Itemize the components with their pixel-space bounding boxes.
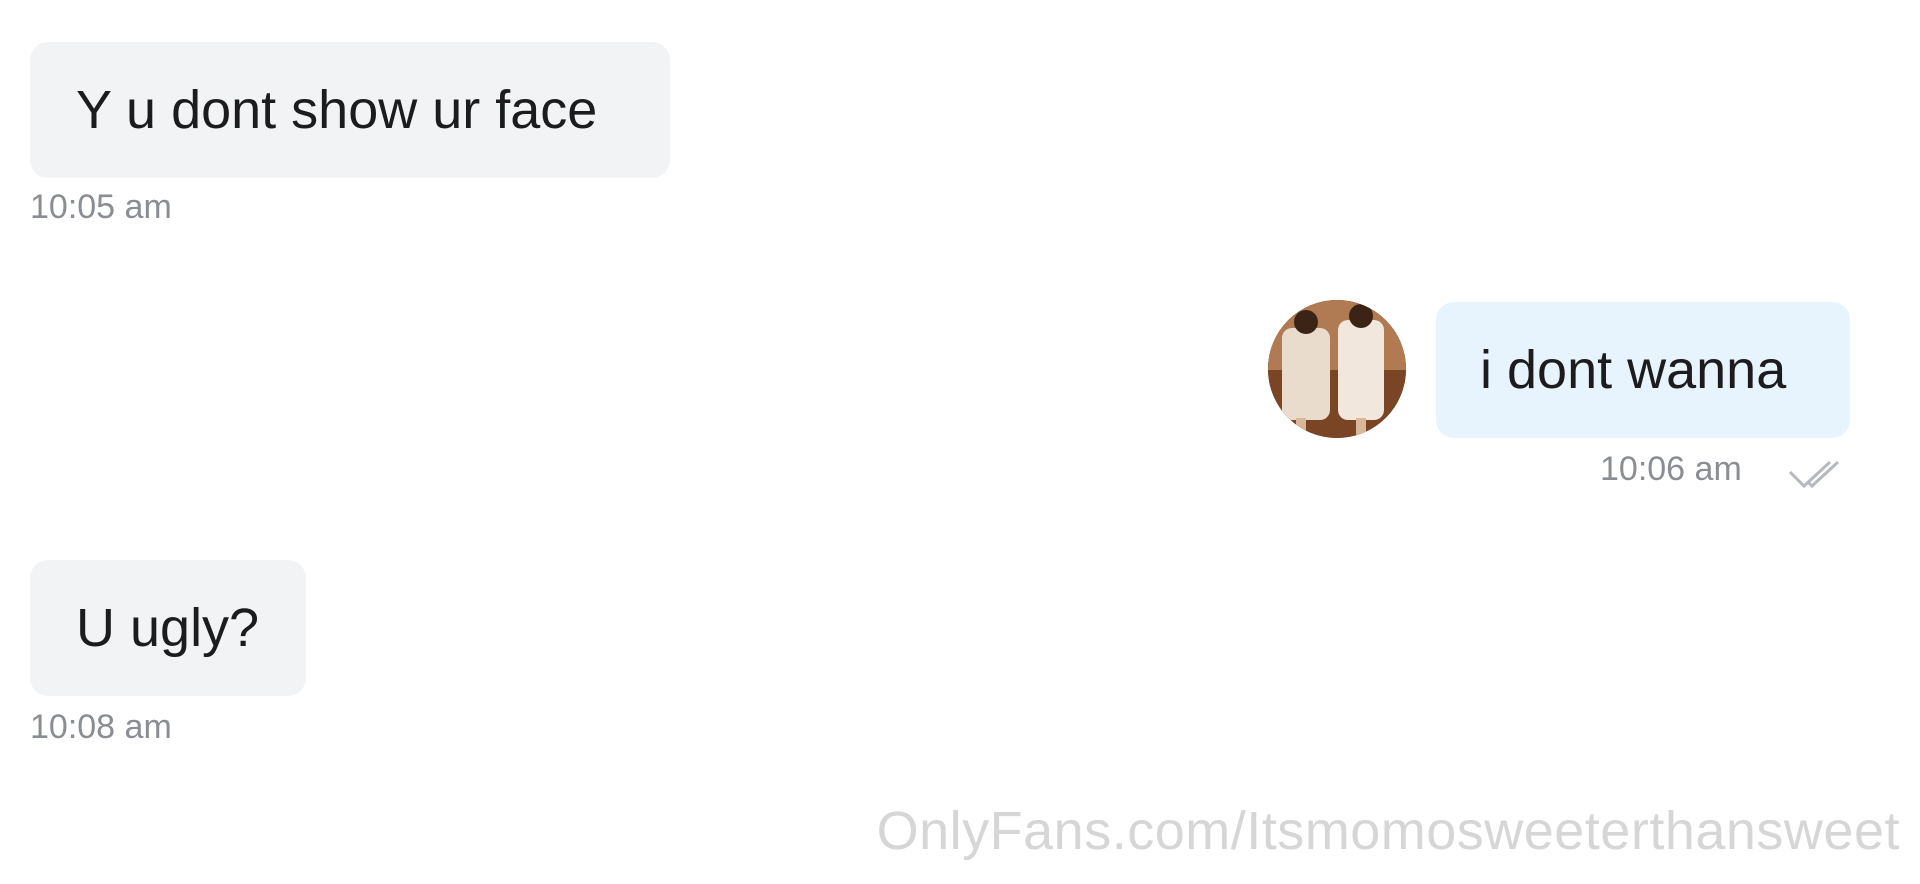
double-check-icon bbox=[1788, 460, 1840, 489]
watermark: OnlyFans.com/Itsmomosweeterthansweet bbox=[876, 801, 1900, 861]
message-timestamp: 10:05 am bbox=[30, 188, 172, 226]
avatar[interactable] bbox=[1268, 300, 1406, 438]
message-text: U ugly? bbox=[76, 598, 260, 658]
message-text: Y u dont show ur face bbox=[76, 80, 598, 140]
message-timestamp: 10:06 am bbox=[1600, 450, 1742, 488]
incoming-message-bubble[interactable]: U ugly? bbox=[30, 560, 306, 696]
avatar-photo-icon bbox=[1268, 300, 1406, 438]
message-text: i dont wanna bbox=[1480, 340, 1787, 400]
message-timestamp: 10:08 am bbox=[30, 708, 172, 746]
chat-thread: Y u dont show ur face 10:05 am i dont wa… bbox=[0, 0, 1920, 884]
outgoing-message-bubble[interactable]: i dont wanna bbox=[1436, 302, 1850, 438]
incoming-message-bubble[interactable]: Y u dont show ur face bbox=[30, 42, 670, 178]
